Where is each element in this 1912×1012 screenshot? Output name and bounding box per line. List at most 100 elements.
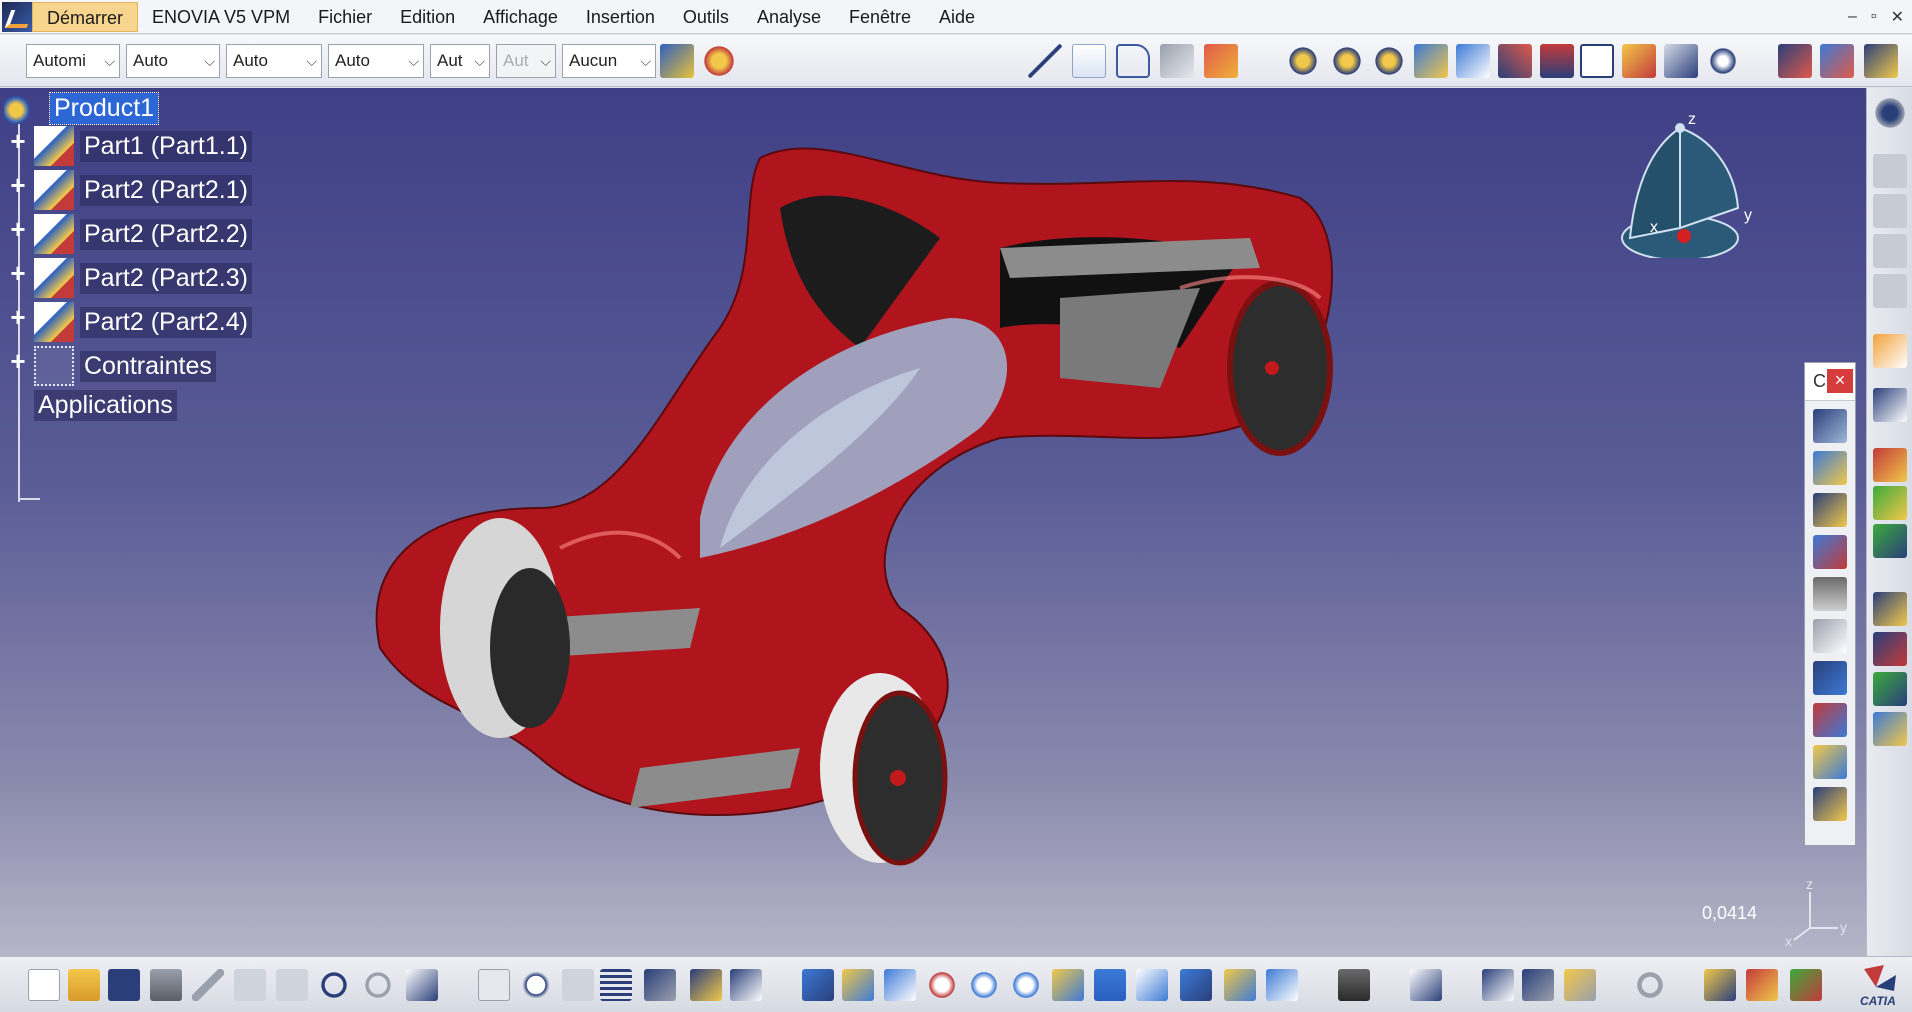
expand-plus-icon[interactable]: + bbox=[8, 172, 28, 198]
replace-component-icon[interactable] bbox=[1498, 44, 1532, 78]
tree-label-part[interactable]: Part2 (Part2.2) bbox=[80, 218, 252, 250]
capture-icon[interactable] bbox=[1338, 969, 1370, 1001]
measure-item-icon[interactable] bbox=[1522, 969, 1554, 1001]
tree-node-part[interactable]: Part2 (Part2.1) bbox=[34, 170, 252, 210]
new-file-icon[interactable] bbox=[28, 969, 60, 1001]
reuse-pattern-icon[interactable] bbox=[1813, 787, 1847, 821]
text-annotation-icon[interactable] bbox=[1072, 44, 1106, 78]
expand-plus-icon[interactable]: + bbox=[8, 348, 28, 374]
cut-icon[interactable] bbox=[192, 969, 224, 1001]
open-folder-icon[interactable] bbox=[68, 969, 100, 1001]
menu-affichage[interactable]: Affichage bbox=[469, 2, 572, 32]
compass-icon[interactable]: z x y bbox=[1610, 108, 1760, 258]
tree-label-applications[interactable]: Applications bbox=[34, 390, 177, 421]
render-icon[interactable] bbox=[1704, 969, 1736, 1001]
anchor-icon[interactable] bbox=[1813, 577, 1847, 611]
menu-analyse[interactable]: Analyse bbox=[743, 2, 835, 32]
selective-load-icon[interactable] bbox=[1622, 44, 1656, 78]
menu-edition[interactable]: Edition bbox=[386, 2, 469, 32]
color-combo[interactable]: Automi ⌵ bbox=[26, 44, 120, 78]
line-thickness-combo[interactable]: Auto ⌵ bbox=[226, 44, 322, 78]
select-arrow-icon[interactable] bbox=[1873, 334, 1907, 368]
new-part-icon[interactable] bbox=[1414, 44, 1448, 78]
iso-view-icon[interactable] bbox=[1136, 969, 1168, 1001]
close-icon[interactable]: × bbox=[1827, 369, 1853, 393]
lock-icon[interactable] bbox=[690, 969, 722, 1001]
measure-between-icon[interactable] bbox=[1482, 969, 1514, 1001]
apply-material-icon[interactable] bbox=[1790, 969, 1822, 1001]
zoom-in-icon[interactable] bbox=[968, 969, 1000, 1001]
expand-plus-icon[interactable]: + bbox=[8, 128, 28, 154]
gear-icon[interactable] bbox=[1873, 96, 1907, 130]
fly-mode-icon[interactable] bbox=[802, 969, 834, 1001]
tree-label-part[interactable]: Part2 (Part2.4) bbox=[80, 306, 252, 338]
gear-assembly-icon[interactable] bbox=[1286, 44, 1320, 78]
3d-annotation-icon[interactable] bbox=[1160, 44, 1194, 78]
formula-icon[interactable] bbox=[478, 969, 510, 1001]
shading-icon[interactable] bbox=[1180, 969, 1212, 1001]
flexible-rigid-icon[interactable] bbox=[1813, 703, 1847, 737]
table-icon[interactable] bbox=[600, 969, 632, 1001]
rotate-icon[interactable] bbox=[926, 969, 958, 1001]
refresh-icon[interactable] bbox=[1634, 969, 1666, 1001]
new-component-icon[interactable] bbox=[1330, 44, 1364, 78]
expand-plus-icon[interactable]: + bbox=[8, 260, 28, 286]
snap-icon[interactable] bbox=[1864, 44, 1898, 78]
point-type-combo[interactable]: Aut ⌵ bbox=[430, 44, 490, 78]
minimize-button[interactable]: – bbox=[1848, 8, 1857, 26]
menu-outils[interactable]: Outils bbox=[669, 2, 743, 32]
measure-inertia-icon[interactable] bbox=[1564, 969, 1596, 1001]
expand-plus-icon[interactable]: + bbox=[8, 216, 28, 242]
normal-view-icon[interactable] bbox=[1052, 969, 1084, 1001]
tree-label-part[interactable]: Part2 (Part2.3) bbox=[80, 262, 252, 294]
paste-icon[interactable] bbox=[276, 969, 308, 1001]
tree-node-applications[interactable]: Applications bbox=[34, 390, 177, 421]
redo-icon[interactable] bbox=[362, 969, 394, 1001]
print-icon[interactable] bbox=[150, 969, 182, 1001]
expand-plus-icon[interactable]: + bbox=[8, 304, 28, 330]
explode-icon[interactable] bbox=[1873, 592, 1907, 626]
tree-node-part[interactable]: Part2 (Part2.2) bbox=[34, 214, 252, 254]
existing-component-icon[interactable] bbox=[1456, 44, 1490, 78]
multi-instantiation-icon[interactable] bbox=[1706, 44, 1740, 78]
insert-product-icon[interactable] bbox=[1873, 486, 1907, 520]
undo-icon[interactable] bbox=[318, 969, 350, 1001]
paperclip-icon[interactable] bbox=[1813, 619, 1847, 653]
graph-tree-reorder-icon[interactable] bbox=[1540, 44, 1574, 78]
axis-system-icon[interactable] bbox=[1028, 44, 1062, 78]
tree-node-root[interactable]: Product1 bbox=[4, 88, 160, 128]
tree-node-part[interactable]: Part1 (Part1.1) bbox=[34, 126, 252, 166]
copy-icon[interactable] bbox=[234, 969, 266, 1001]
line-type-combo[interactable]: Auto ⌵ bbox=[328, 44, 424, 78]
tree-node-constraints[interactable]: Contraintes bbox=[34, 346, 216, 386]
smart-move-icon[interactable] bbox=[730, 969, 762, 1001]
tree-node-part[interactable]: Part2 (Part2.3) bbox=[34, 258, 252, 298]
flag-note-icon[interactable] bbox=[1116, 44, 1150, 78]
pan-icon[interactable] bbox=[884, 969, 916, 1001]
3d-viewport[interactable]: Product1 + Part1 (Part1.1) + Part2 (Part… bbox=[0, 88, 1866, 956]
tree-label-root[interactable]: Product1 bbox=[48, 91, 160, 125]
comment-icon[interactable] bbox=[520, 969, 552, 1001]
close-button[interactable]: ✕ bbox=[1891, 7, 1904, 27]
tree-label-constraints[interactable]: Contraintes bbox=[80, 350, 216, 382]
catalog-save-icon[interactable] bbox=[1410, 969, 1442, 1001]
rendering-style-combo[interactable]: Aucun ⌵ bbox=[562, 44, 656, 78]
generate-numbering-icon[interactable] bbox=[1580, 44, 1614, 78]
move-icon[interactable] bbox=[1873, 388, 1907, 422]
floating-toolbar-title[interactable]: C × bbox=[1805, 363, 1855, 401]
new-product-icon[interactable] bbox=[1372, 44, 1406, 78]
menu-aide[interactable]: Aide bbox=[925, 2, 989, 32]
hide-show-icon[interactable] bbox=[1224, 969, 1256, 1001]
tree-node-part[interactable]: Part2 (Part2.4) bbox=[34, 302, 252, 342]
save-icon[interactable] bbox=[108, 969, 140, 1001]
menu-enovia[interactable]: ENOVIA V5 VPM bbox=[138, 2, 304, 32]
update-icon[interactable] bbox=[1873, 712, 1907, 746]
transparency-combo[interactable]: Auto ⌵ bbox=[126, 44, 220, 78]
insert-component-icon[interactable] bbox=[1873, 448, 1907, 482]
fit-all-in-icon[interactable] bbox=[1873, 672, 1907, 706]
whats-this-icon[interactable] bbox=[406, 969, 438, 1001]
menu-demarrer[interactable]: Démarrer bbox=[32, 1, 139, 32]
manage-representations-icon[interactable] bbox=[1664, 44, 1698, 78]
menu-fenetre[interactable]: Fenêtre bbox=[835, 2, 925, 32]
apply-material-icon[interactable] bbox=[702, 44, 736, 78]
